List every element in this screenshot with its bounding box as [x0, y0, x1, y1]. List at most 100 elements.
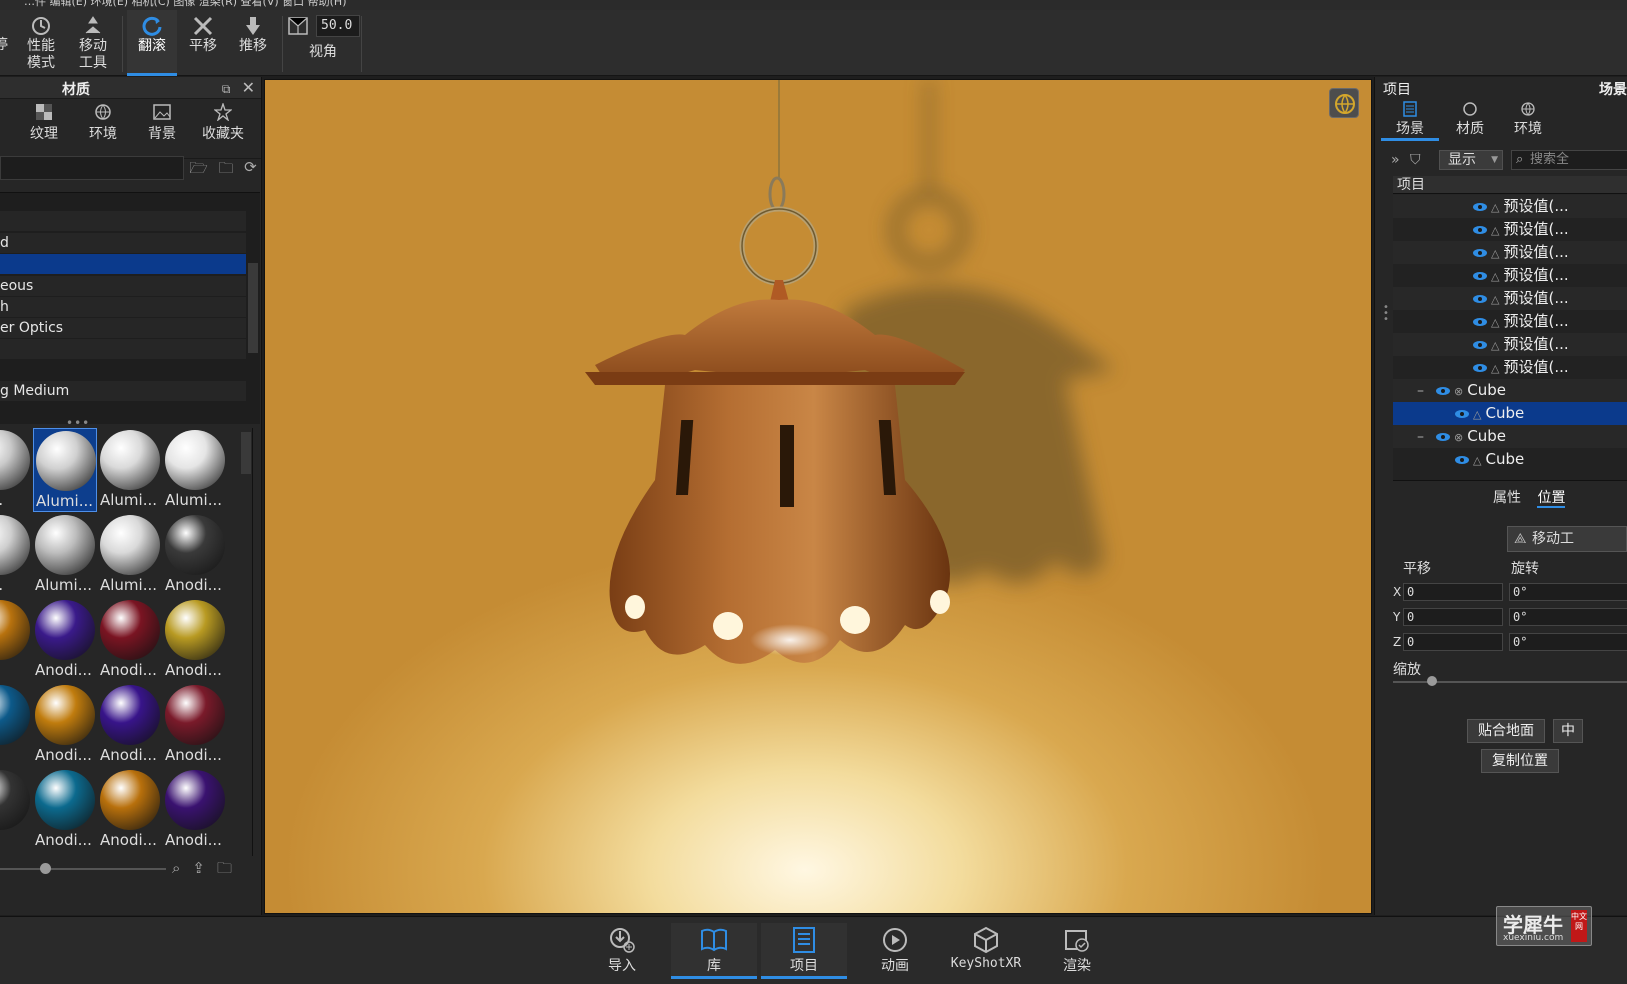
material-thumbnail[interactable]: Anodi...: [98, 598, 162, 682]
thumbnail-size-slider-knob[interactable]: [40, 863, 51, 874]
folder-add-icon[interactable]: 🗀: [219, 158, 234, 183]
material-thumbnail[interactable]: Anodi...: [163, 683, 227, 767]
tree-item[interactable]: eous: [0, 276, 246, 296]
move-tool-button[interactable]: ⟁ 移动工: [1507, 526, 1627, 552]
material-thumbnail[interactable]: Anodi...: [33, 683, 97, 767]
visibility-eye-icon[interactable]: [1473, 363, 1487, 372]
copy-position-button[interactable]: 复制位置: [1481, 749, 1559, 773]
visibility-eye-icon[interactable]: [1436, 386, 1450, 395]
scene-tree-row[interactable]: △ 预设值(...: [1393, 264, 1627, 287]
visibility-eye-icon[interactable]: [1473, 271, 1487, 280]
upload-icon[interactable]: ⇪: [192, 859, 217, 877]
toolbar-tumble-button[interactable]: 翻滚: [127, 10, 177, 76]
visibility-eye-icon[interactable]: [1473, 317, 1487, 326]
material-thumbnail[interactable]: Anodi...: [163, 598, 227, 682]
translate-x-input[interactable]: 0: [1403, 583, 1503, 601]
panel-resize-grip[interactable]: • • •: [1383, 303, 1389, 325]
material-thumbnail[interactable]: Alumi...: [98, 428, 162, 512]
toolbar-pause-button[interactable]: 停: [0, 10, 8, 76]
tree-item[interactable]: g Medium: [0, 381, 246, 401]
material-thumbnail[interactable]: mi...: [0, 513, 32, 597]
scene-tree-row[interactable]: △ Cube: [1393, 448, 1627, 471]
tab-background[interactable]: 背景: [134, 103, 190, 143]
environment-globe-button[interactable]: [1329, 88, 1359, 118]
scale-slider-knob[interactable]: [1427, 676, 1437, 686]
tree-scrollbar[interactable]: [248, 263, 258, 353]
tree-item[interactable]: [0, 211, 246, 231]
scene-tree-row[interactable]: △ 预设值(...: [1393, 287, 1627, 310]
material-thumbnail[interactable]: Alumi...: [33, 513, 97, 597]
keyshotxr-button[interactable]: KeyShotXR: [942, 923, 1030, 979]
tab-position[interactable]: 位置: [1537, 490, 1566, 508]
material-thumbnail[interactable]: Anodi...: [163, 768, 227, 852]
library-button[interactable]: 库: [671, 923, 757, 979]
tree-item-selected[interactable]: [0, 254, 246, 274]
visibility-eye-icon[interactable]: [1473, 225, 1487, 234]
scene-tree-row[interactable]: △ Cube: [1393, 402, 1627, 425]
scene-tree-row[interactable]: △ 预设值(...: [1393, 333, 1627, 356]
scene-tree-row[interactable]: △ 预设值(...: [1393, 356, 1627, 379]
menu-bar[interactable]: …件 编辑(E) 环境(E) 相机(C) 图像 渲染(R) 查看(V) 窗口 帮…: [0, 0, 1627, 10]
show-dropdown[interactable]: 显示 ▼: [1439, 150, 1503, 170]
visibility-eye-icon[interactable]: [1473, 340, 1487, 349]
tree-item[interactable]: h: [0, 297, 246, 317]
collapse-icon[interactable]: –: [1417, 380, 1424, 403]
material-thumbnail[interactable]: Anodi...: [33, 768, 97, 852]
translate-y-input[interactable]: 0: [1403, 608, 1503, 626]
rotate-x-input[interactable]: 0°: [1509, 583, 1627, 601]
tree-item[interactable]: [0, 339, 246, 359]
material-thumbnail[interactable]: Alumi...: [163, 428, 227, 512]
tab-environment-right[interactable]: 环境: [1499, 101, 1557, 138]
zoom-icon[interactable]: ⌕: [172, 859, 192, 877]
material-thumbnail[interactable]: di...: [0, 768, 32, 852]
toolbar-move-tool-button[interactable]: 移动 工具: [70, 10, 116, 76]
visibility-eye-icon[interactable]: [1455, 409, 1469, 418]
scene-tree-row[interactable]: △ 预设值(...: [1393, 310, 1627, 333]
visibility-eye-icon[interactable]: [1436, 432, 1450, 441]
tab-texture[interactable]: 纹理: [16, 103, 72, 143]
rotate-z-input[interactable]: 0°: [1509, 633, 1627, 651]
render-button[interactable]: 渲染: [1034, 923, 1120, 979]
scene-search-input[interactable]: ⌕ 搜索全: [1511, 150, 1627, 170]
tree-item[interactable]: d: [0, 233, 246, 253]
rotate-y-input[interactable]: 0°: [1509, 608, 1627, 626]
tab-environment[interactable]: 环境: [75, 103, 131, 143]
tab-material[interactable]: 材质: [1441, 101, 1499, 138]
folder-open-icon[interactable]: 🗁: [189, 158, 208, 183]
scene-tree-row[interactable]: △ 预设值(...: [1393, 195, 1627, 218]
visibility-eye-icon[interactable]: [1455, 455, 1469, 464]
thumbnail-scrollbar[interactable]: [241, 432, 251, 474]
folder-icon[interactable]: 🗀: [217, 859, 244, 877]
visibility-eye-icon[interactable]: [1473, 202, 1487, 211]
close-icon[interactable]: ✕: [242, 78, 255, 97]
tab-scene[interactable]: 场景: [1381, 101, 1439, 141]
library-search-input[interactable]: [0, 156, 184, 180]
material-thumbnail[interactable]: Alumi...: [98, 513, 162, 597]
translate-z-input[interactable]: 0: [1403, 633, 1503, 651]
toolbar-dolly-button[interactable]: 推移: [230, 10, 276, 76]
material-thumbnail[interactable]: Anodi...: [163, 513, 227, 597]
material-thumbnail[interactable]: mi...: [0, 428, 32, 512]
animation-button[interactable]: 动画: [852, 923, 938, 979]
snap-to-ground-button[interactable]: 贴合地面: [1467, 719, 1545, 743]
tree-item[interactable]: [0, 360, 246, 380]
scene-group-row[interactable]: – ⊗ Cube: [1393, 425, 1627, 448]
material-thumbnail[interactable]: Anodi...: [98, 768, 162, 852]
visibility-eye-icon[interactable]: [1473, 248, 1487, 257]
tab-favorites[interactable]: 收藏夹: [193, 103, 253, 143]
render-viewport[interactable]: [264, 79, 1372, 914]
toolbar-pan-button[interactable]: 平移: [180, 10, 226, 76]
project-button[interactable]: 项目: [761, 923, 847, 979]
material-thumbnail[interactable]: Anodi...: [98, 683, 162, 767]
scene-tree-row[interactable]: △ 预设值(...: [1393, 218, 1627, 241]
tree-item[interactable]: er Optics: [0, 318, 246, 338]
expand-chevron-icon[interactable]: »: [1391, 152, 1400, 168]
tab-properties[interactable]: 属性: [1493, 490, 1521, 506]
toolbar-performance-mode-button[interactable]: 性能 模式: [18, 10, 64, 76]
material-thumbnail[interactable]: di...: [0, 683, 32, 767]
float-window-icon[interactable]: ⧉: [222, 82, 231, 96]
material-thumbnail[interactable]: di...: [0, 598, 32, 682]
scene-tree-row[interactable]: △ 预设值(...: [1393, 241, 1627, 264]
visibility-eye-icon[interactable]: [1473, 294, 1487, 303]
center-button[interactable]: 中: [1553, 719, 1583, 743]
